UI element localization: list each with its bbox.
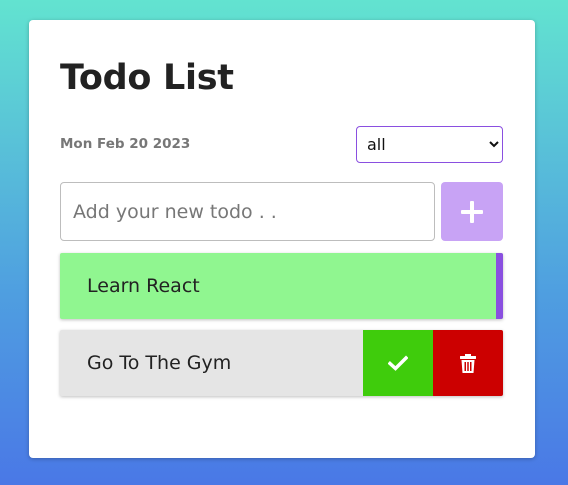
filter-select[interactable]: all <box>356 126 503 163</box>
todo-item[interactable]: Go To The Gym <box>60 330 503 396</box>
complete-todo-button[interactable] <box>363 330 433 396</box>
todo-card: Todo List Mon Feb 20 2023 all Learn Reac… <box>29 20 535 458</box>
plus-icon <box>460 200 484 224</box>
current-date: Mon Feb 20 2023 <box>60 136 191 152</box>
delete-todo-button[interactable] <box>433 330 503 396</box>
new-todo-input[interactable] <box>60 182 435 241</box>
todo-item-label: Learn React <box>87 275 200 297</box>
completed-accent-bar <box>496 253 503 319</box>
add-todo-button[interactable] <box>441 182 503 241</box>
page-title: Todo List <box>60 58 234 98</box>
trash-icon <box>460 353 476 373</box>
check-icon <box>388 355 408 371</box>
todo-item-completed[interactable]: Learn React <box>60 253 503 319</box>
todo-item-label: Go To The Gym <box>87 352 232 374</box>
